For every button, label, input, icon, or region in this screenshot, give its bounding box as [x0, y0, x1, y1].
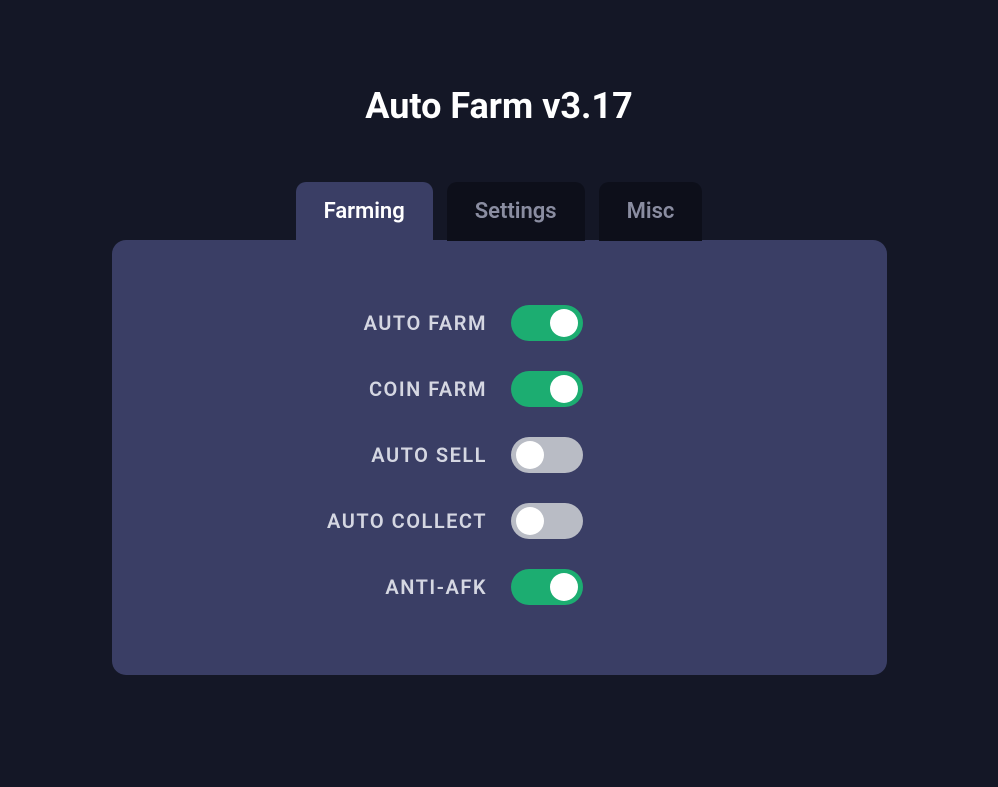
toggle-knob [516, 507, 544, 535]
toggle-row-coin-farm: COIN FARM [152, 371, 847, 407]
tab-settings[interactable]: Settings [447, 182, 585, 241]
toggle-row-auto-collect: AUTO COLLECT [152, 503, 847, 539]
settings-panel: AUTO FARM COIN FARM AUTO SELL AUTO COLLE… [112, 240, 887, 675]
toggle-knob [516, 441, 544, 469]
toggle-knob [550, 375, 578, 403]
toggle-label-auto-sell: AUTO SELL [287, 443, 487, 467]
tabs-container: Farming Settings Misc [296, 182, 703, 241]
toggle-label-anti-afk: ANTI-AFK [287, 575, 487, 599]
toggle-auto-farm[interactable] [511, 305, 583, 341]
toggle-row-auto-sell: AUTO SELL [152, 437, 847, 473]
toggle-label-auto-collect: AUTO COLLECT [287, 509, 487, 533]
toggle-label-auto-farm: AUTO FARM [287, 311, 487, 335]
app-title: Auto Farm v3.17 [365, 85, 633, 127]
toggle-anti-afk[interactable] [511, 569, 583, 605]
toggle-label-coin-farm: COIN FARM [287, 377, 487, 401]
tab-misc[interactable]: Misc [599, 182, 703, 241]
toggle-row-auto-farm: AUTO FARM [152, 305, 847, 341]
toggle-auto-collect[interactable] [511, 503, 583, 539]
toggle-row-anti-afk: ANTI-AFK [152, 569, 847, 605]
toggle-knob [550, 573, 578, 601]
toggle-knob [550, 309, 578, 337]
tab-farming[interactable]: Farming [296, 182, 433, 241]
toggle-auto-sell[interactable] [511, 437, 583, 473]
toggle-coin-farm[interactable] [511, 371, 583, 407]
